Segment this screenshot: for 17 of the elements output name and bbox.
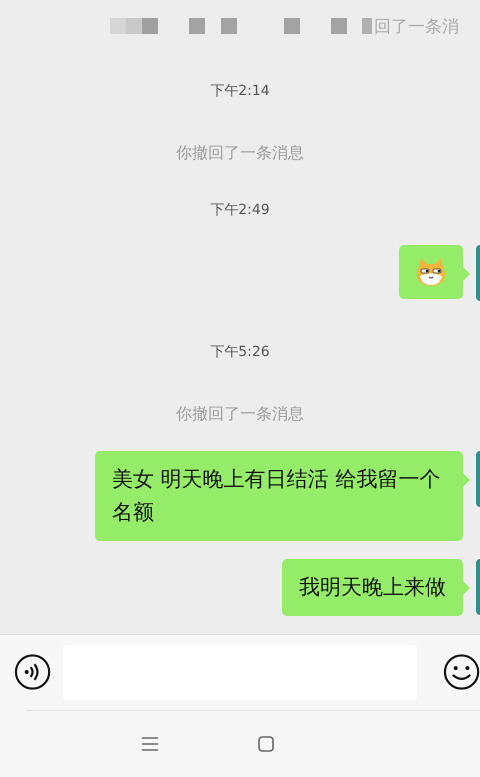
avatar[interactable] [476, 558, 480, 615]
avatar[interactable] [476, 450, 480, 507]
header-text: 回了一条消 [374, 16, 459, 38]
home-icon[interactable] [258, 736, 274, 752]
timestamp: 下午5:26 [210, 342, 270, 362]
system-message: 你撤回了一条消息 [176, 142, 304, 164]
message-bubble[interactable]: 美女 明天晚上有日结活 给我留一个名额 [95, 450, 463, 541]
voice-icon[interactable] [14, 653, 52, 692]
timestamp: 下午2:49 [210, 200, 270, 220]
message-bubble[interactable]: 我明天晚上来做 [282, 558, 463, 616]
timestamp: 下午2:14 [210, 82, 270, 101]
dog-sticker-icon [414, 256, 448, 287]
menu-icon[interactable] [142, 737, 158, 751]
avatar[interactable] [476, 244, 480, 301]
emoji-icon[interactable] [442, 653, 480, 692]
sticker-bubble[interactable] [399, 244, 463, 299]
system-message: 你撤回了一条消息 [176, 403, 304, 426]
